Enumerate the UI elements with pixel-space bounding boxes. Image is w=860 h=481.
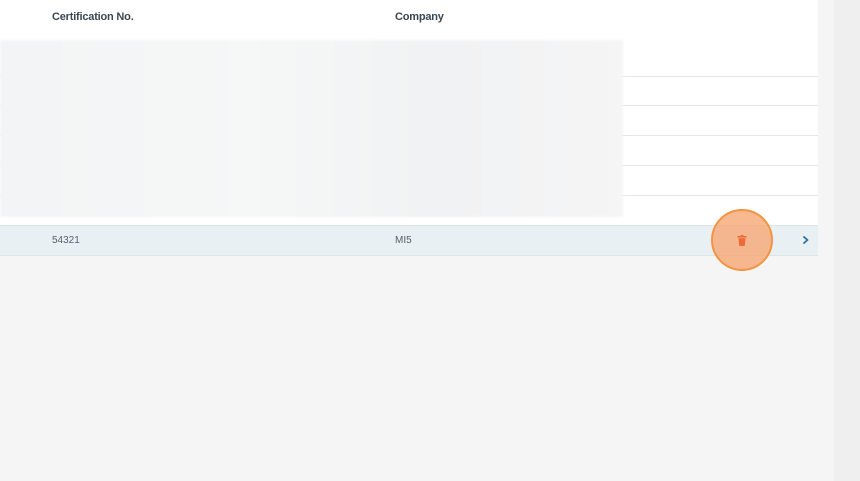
chevron-right-icon <box>803 236 809 244</box>
cell-certification-no: 54321 <box>52 235 80 246</box>
table-row[interactable]: 54321 MI5 <box>0 225 818 256</box>
column-header-certification-no[interactable]: Certification No. <box>52 11 134 23</box>
column-header-company[interactable]: Company <box>395 11 444 23</box>
certifications-table: Certification No. Company 54321 MI5 <box>0 0 818 256</box>
scrollbar-track[interactable] <box>834 0 860 481</box>
trash-icon <box>737 234 747 246</box>
open-row-button[interactable] <box>800 234 812 246</box>
cell-company: MI5 <box>395 235 412 246</box>
delete-row-button[interactable] <box>733 231 751 249</box>
blurred-region <box>0 40 623 217</box>
